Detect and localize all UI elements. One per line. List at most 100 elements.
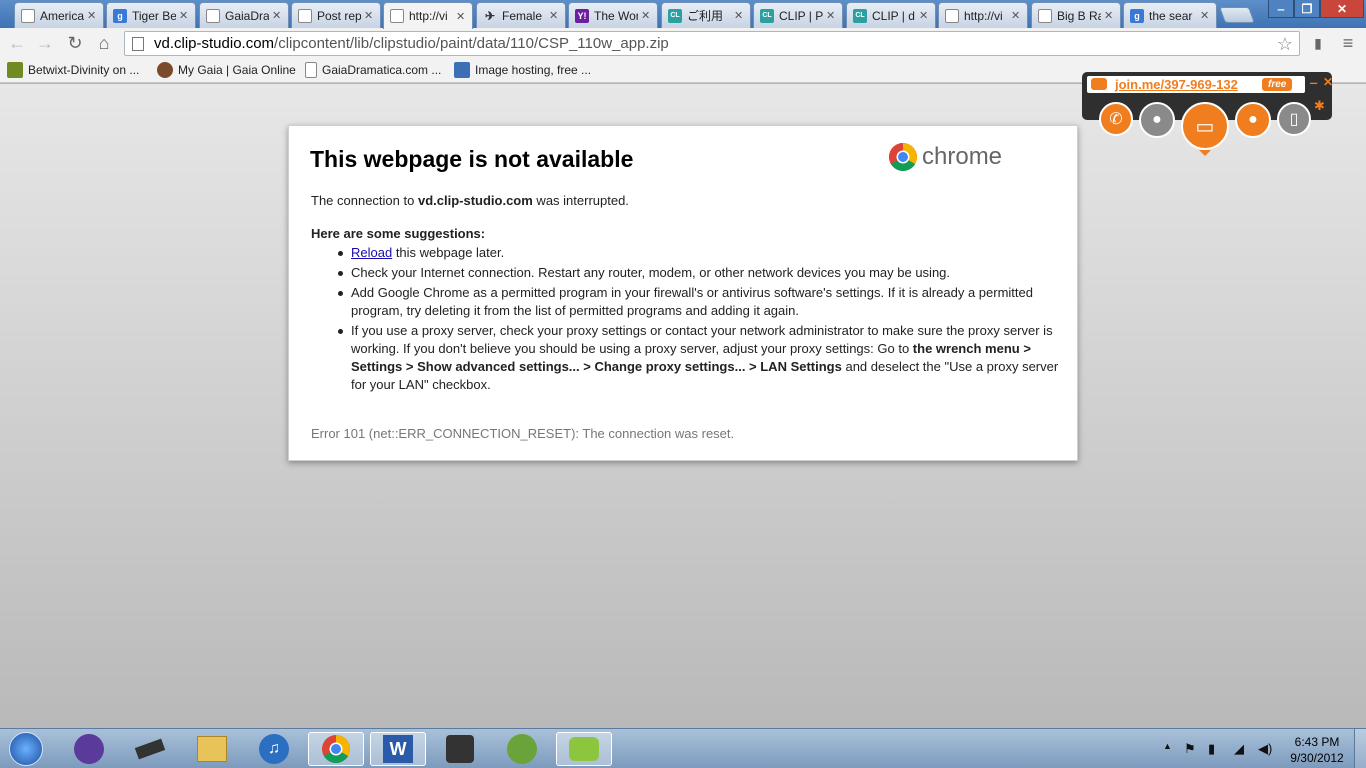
mouse-button[interactable]: ▯ [1277, 102, 1311, 136]
restore-button[interactable]: ❐ [1294, 0, 1320, 18]
tab-11[interactable]: Big B Ra ✕ [1031, 2, 1121, 28]
browser-toolbar: ← → ↻ ⌂ vd.clip-studio.com/clipcontent/l… [0, 28, 1366, 58]
clip-icon: CL [668, 8, 682, 23]
tab-title: Female [502, 8, 543, 23]
signal-icon[interactable]: ▮ [1307, 32, 1329, 54]
start-button[interactable] [0, 732, 52, 766]
bookmark-item[interactable]: My Gaia | Gaia Online [157, 62, 296, 78]
chat-button[interactable]: ● [1139, 102, 1175, 138]
screen-share-button[interactable]: ▭ [1181, 102, 1229, 150]
bookmark-item[interactable]: Image hosting, free ... [454, 62, 591, 78]
phone-button[interactable]: ✆ [1099, 102, 1133, 136]
new-tab-button[interactable] [1219, 7, 1255, 23]
close-tab-icon[interactable]: ✕ [87, 9, 97, 22]
error-message-text: was interrupted. [532, 193, 629, 208]
close-tab-icon[interactable]: ✕ [641, 9, 651, 22]
close-tab-icon[interactable]: ✕ [456, 10, 466, 23]
close-tab-icon[interactable]: ✕ [1011, 9, 1021, 22]
tab-title: Post rep [317, 8, 361, 23]
tab-6[interactable]: Y! The Wor ✕ [568, 2, 658, 28]
address-bar[interactable]: vd.clip-studio.com/clipcontent/lib/clips… [124, 31, 1300, 56]
star-icon[interactable]: ☆ [1277, 34, 1293, 55]
bookmark-item[interactable]: Betwixt-Divinity on ... [7, 62, 139, 78]
google-icon: g [113, 8, 127, 23]
taskbar-app-active[interactable]: W [370, 732, 426, 766]
caret-down-icon [1199, 150, 1211, 156]
tab-10[interactable]: http://vi ✕ [938, 2, 1028, 28]
tab-7[interactable]: CL ご利用 ✕ [661, 2, 751, 28]
gear-icon[interactable]: ✱ [1314, 98, 1325, 114]
tab-title: America [40, 8, 84, 23]
close-tab-icon[interactable]: ✕ [364, 9, 374, 22]
tab-5[interactable]: ✈ Female ✕ [476, 2, 566, 28]
suggestion-text: this webpage later. [392, 245, 505, 260]
suggestion-item: If you use a proxy server, check your pr… [311, 322, 1059, 394]
forward-button[interactable]: → [34, 32, 56, 54]
tab-1[interactable]: g Tiger Be ✕ [106, 2, 196, 28]
flag-icon[interactable]: ⚑ [1184, 741, 1196, 757]
reload-link[interactable]: Reload [351, 245, 392, 260]
document-icon [21, 8, 35, 23]
taskbar-app[interactable] [61, 732, 117, 766]
folder-icon [197, 736, 227, 762]
show-hidden-icons[interactable]: ▲ [1163, 741, 1172, 751]
close-tab-icon[interactable]: ✕ [179, 9, 189, 22]
show-desktop-button[interactable] [1354, 729, 1366, 768]
tab-title: The Wor [594, 8, 638, 23]
clock-time: 6:43 PM [1294, 735, 1340, 749]
clip-icon: CL [853, 8, 867, 23]
person-button[interactable]: ● [1235, 102, 1271, 138]
taskbar-app[interactable] [122, 732, 178, 766]
taskbar-app[interactable] [494, 732, 550, 766]
close-tab-icon[interactable]: ✕ [826, 9, 836, 22]
joinme-link[interactable]: join.me/397-969-132 [1115, 77, 1238, 92]
bookmark-item[interactable]: GaiaDramatica.com ... [305, 62, 441, 78]
tab-title: ご利用 [687, 9, 724, 23]
close-tab-icon[interactable]: ✕ [1104, 9, 1114, 22]
power-icon[interactable]: ▮ [1208, 741, 1215, 757]
tab-4[interactable]: http://vi ✕ [383, 2, 473, 29]
clock[interactable]: 6:43 PM 9/30/2012 [1284, 734, 1350, 766]
minimize-button[interactable]: ‒ [1268, 0, 1294, 18]
document-icon [298, 8, 312, 23]
network-icon[interactable]: ◢ [1234, 741, 1244, 757]
tab-2[interactable]: GaiaDrai ✕ [199, 2, 289, 28]
close-tab-icon[interactable]: ✕ [1200, 9, 1210, 22]
tab-12[interactable]: g the sear ✕ [1123, 2, 1217, 28]
clock-date: 9/30/2012 [1290, 751, 1344, 765]
close-icon[interactable]: ✕ [1323, 75, 1333, 89]
close-tab-icon[interactable]: ✕ [919, 9, 929, 22]
error-host: vd.clip-studio.com [417, 193, 533, 208]
close-window-button[interactable]: ✕ [1320, 0, 1364, 18]
error-panel: This webpage is not available chrome The… [288, 125, 1078, 461]
home-button[interactable]: ⌂ [93, 32, 115, 54]
tab-8[interactable]: CL CLIP | Pr ✕ [753, 2, 843, 28]
taskbar-app-active[interactable] [308, 732, 364, 766]
page-content: This webpage is not available chrome The… [0, 84, 1366, 728]
reload-button[interactable]: ↻ [64, 32, 86, 54]
taskbar-app[interactable] [184, 732, 240, 766]
close-tab-icon[interactable]: ✕ [549, 9, 559, 22]
back-button[interactable]: ← [6, 32, 28, 54]
document-icon [305, 62, 317, 78]
document-icon [206, 8, 220, 23]
page-icon [132, 36, 144, 51]
suggestions-title: Here are some suggestions: [311, 226, 486, 241]
wrench-menu-button[interactable]: ≡ [1337, 32, 1359, 54]
suggestion-item: Add Google Chrome as a permitted program… [311, 284, 1059, 320]
close-tab-icon[interactable]: ✕ [272, 9, 282, 22]
taskbar-app-active[interactable] [556, 732, 612, 766]
minimize-icon[interactable]: ‒ [1310, 75, 1317, 90]
app-icon [446, 735, 474, 763]
tab-title: Tiger Be [132, 8, 176, 23]
tab-3[interactable]: Post rep ✕ [291, 2, 381, 28]
tab-0[interactable]: America ✕ [14, 2, 104, 28]
volume-icon[interactable]: ◀) [1258, 741, 1272, 757]
taskbar-app[interactable]: ♫ [246, 732, 302, 766]
tab-9[interactable]: CL CLIP | d ✕ [846, 2, 936, 28]
bookmark-label: My Gaia | Gaia Online [178, 63, 296, 77]
suggestion-item: Reload this webpage later. [311, 244, 1059, 262]
close-tab-icon[interactable]: ✕ [734, 9, 744, 22]
gaia-icon [157, 62, 173, 78]
taskbar-app[interactable] [432, 732, 488, 766]
